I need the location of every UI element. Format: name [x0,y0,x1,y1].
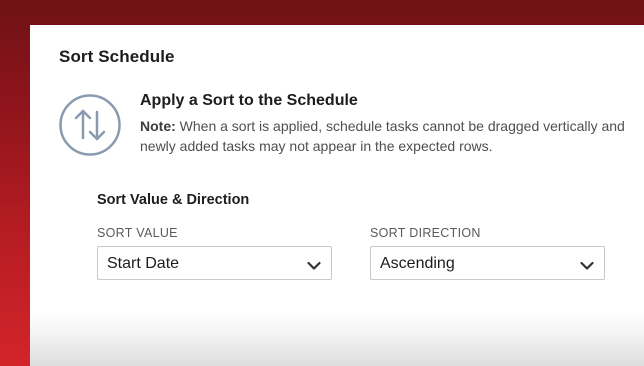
notice-title: Apply a Sort to the Schedule [140,92,358,109]
notice-body: Note: When a sort is applied, schedule t… [140,117,630,156]
sort-direction-selected: Ascending [380,255,455,272]
sort-direction-select[interactable]: Ascending [370,246,605,280]
note-text: When a sort is applied, schedule tasks c… [140,118,625,154]
sort-schedule-panel: Sort Schedule Apply a Sort to the Schedu… [30,25,644,366]
chevron-down-icon [307,258,321,270]
panel-title: Sort Schedule [59,47,175,66]
section-title: Sort Value & Direction [97,192,250,208]
sort-direction-label: SORT DIRECTION [370,226,481,240]
sort-arrows-icon [58,93,122,157]
sort-value-select[interactable]: Start Date [97,246,332,280]
sort-value-label: SORT VALUE [97,226,178,240]
sort-value-selected: Start Date [107,255,180,272]
note-label: Note: [140,118,176,134]
chevron-down-icon [580,258,594,270]
